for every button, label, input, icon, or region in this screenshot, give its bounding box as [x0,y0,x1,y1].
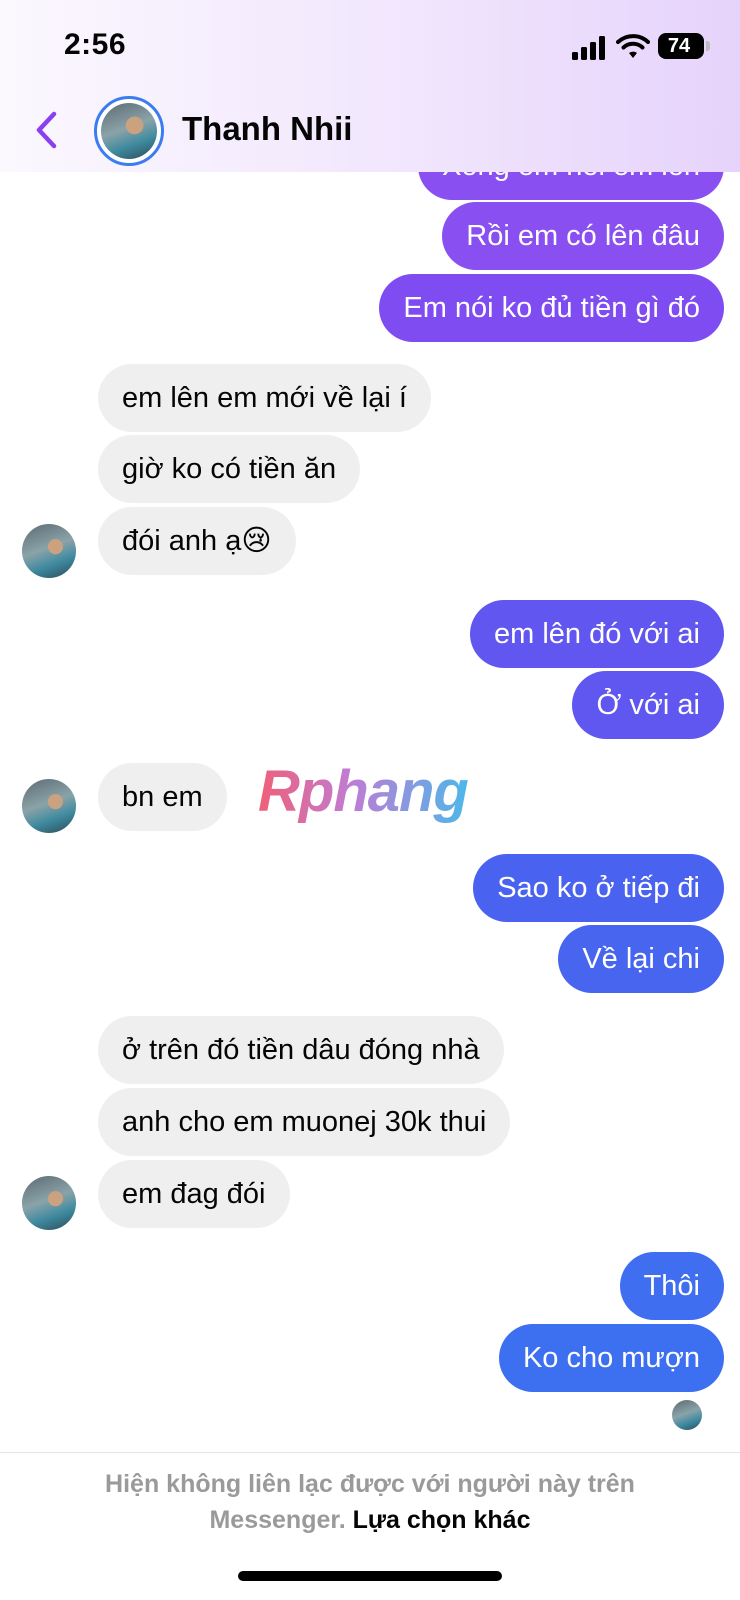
message-incoming[interactable]: đói anh ạ😢 [98,507,296,575]
signal-icon [572,36,606,60]
message-outgoing[interactable]: Sao ko ở tiếp đi [473,854,724,922]
message-outgoing[interactable]: em lên đó với ai [469,600,724,668]
message-outgoing[interactable]: Thôi [619,1252,724,1320]
footer-divider [0,1452,740,1453]
chevron-left-icon[interactable] [30,108,64,152]
wifi-icon [616,34,650,58]
message-outgoing[interactable]: Em nói ko đủ tiền gì đó [379,274,724,342]
sender-avatar[interactable] [22,1176,76,1230]
status-time: 2:56 [64,28,127,61]
unavailable-notice: Hiện không liên lạc được với người này t… [60,1466,680,1538]
message-outgoing[interactable]: Ở với ai [572,671,724,739]
message-incoming[interactable]: giờ ko có tiền ăn [98,435,361,503]
home-indicator[interactable] [238,1571,502,1581]
battery-tip [706,41,710,51]
message-incoming[interactable]: anh cho em muonej 30k thui [98,1088,511,1156]
message-incoming[interactable]: ở trên đó tiền dâu đóng nhà [98,1016,504,1084]
message-incoming[interactable]: em đag đói [98,1160,290,1228]
conversation-header: 2:56 74 Thanh Nhii [0,0,740,172]
message-outgoing[interactable]: Ko cho mượn [498,1324,724,1392]
contact-name[interactable]: Thanh Nhii [182,110,352,148]
seen-avatar [672,1400,702,1430]
message-incoming[interactable]: em lên em mới về lại í [98,364,431,432]
message-outgoing[interactable]: Rồi em có lên đâu [442,202,724,270]
contact-avatar-image [101,103,157,159]
message-incoming[interactable]: bn em [98,763,227,831]
message-outgoing[interactable]: Về lại chi [558,925,724,993]
battery-icon: 74 [658,33,704,59]
other-options-link[interactable]: Lựa chọn khác [353,1506,531,1534]
battery-level: 74 [667,35,691,57]
sender-avatar[interactable] [22,524,76,578]
sender-avatar[interactable] [22,779,76,833]
contact-avatar[interactable] [94,96,164,166]
watermark-logo: Rphang [258,759,469,824]
